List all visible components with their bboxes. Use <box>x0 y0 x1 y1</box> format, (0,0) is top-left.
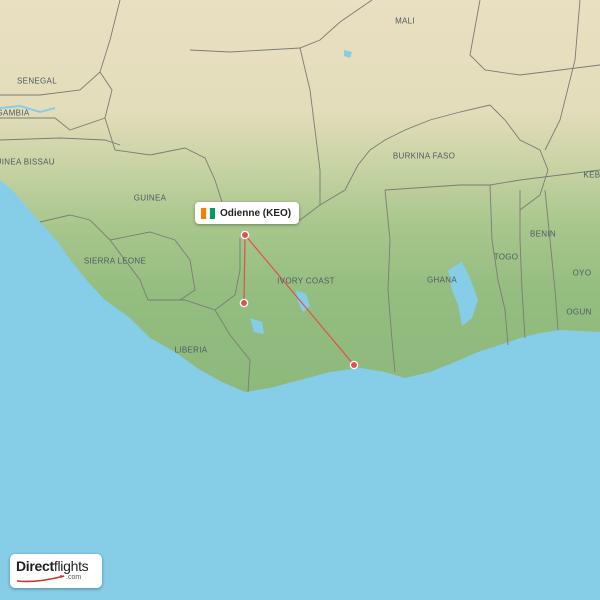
origin-airport-marker[interactable] <box>240 230 250 240</box>
label-togo: TOGO <box>493 252 519 262</box>
label-ogun: OGUN <box>566 307 592 317</box>
logo-name-bold: Direct <box>16 558 54 574</box>
plane-swoosh-icon <box>16 575 65 583</box>
label-guinea-bissau: GUINEA BISSAU <box>0 157 55 167</box>
origin-airport-name: Odienne (KEO) <box>220 207 292 219</box>
label-guinea: GUINEA <box>133 193 167 203</box>
label-oyo: OYO <box>572 268 592 278</box>
label-keb: KEB <box>583 170 600 180</box>
destination-airport-marker[interactable] <box>349 360 359 370</box>
label-ghana: GHANA <box>427 275 457 285</box>
directflights-logo[interactable]: Directflights .com <box>10 554 102 588</box>
label-ivory-coast: IVORY COAST <box>277 276 335 286</box>
label-mali: MALI <box>395 16 415 26</box>
origin-airport-label[interactable]: Odienne (KEO) <box>195 202 300 224</box>
logo-wordmark: Directflights <box>16 558 89 574</box>
route-map[interactable]: MALI SENEGAL GAMBIA GUINEA BISSAU GUINEA… <box>0 0 600 600</box>
logo-name-regular: flights <box>53 558 89 574</box>
logo-domain: .com <box>66 574 82 581</box>
map-base <box>0 0 600 600</box>
label-sierra-leone: SIERRA LEONE <box>83 256 147 266</box>
label-gambia: GAMBIA <box>0 108 30 118</box>
label-benin: BENIN <box>530 229 556 239</box>
label-liberia: LIBERIA <box>174 345 208 355</box>
destination-airport-marker[interactable] <box>239 298 249 308</box>
label-burkina-faso: BURKINA FASO <box>392 151 456 161</box>
label-senegal: SENEGAL <box>17 76 57 86</box>
ivory-coast-flag-icon <box>201 207 216 219</box>
